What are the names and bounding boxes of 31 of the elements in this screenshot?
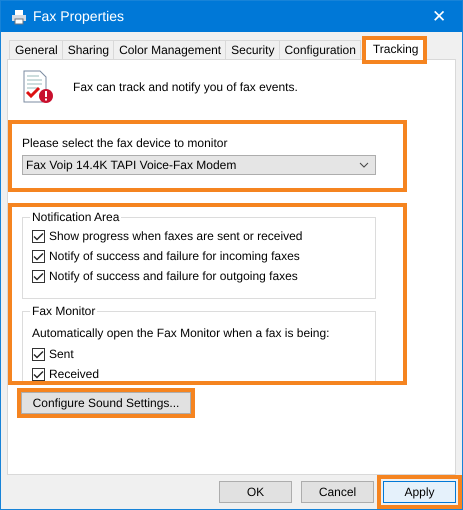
group-title: Notification Area	[30, 210, 122, 224]
checkbox[interactable]	[32, 230, 45, 242]
dialog-button[interactable]: Apply	[383, 481, 456, 503]
fax-alert-icon	[22, 70, 54, 104]
tab[interactable]: Configuration	[278, 40, 361, 59]
checkbox[interactable]	[32, 250, 45, 262]
checkbox[interactable]	[32, 270, 45, 282]
dialog-button[interactable]: OK	[219, 481, 292, 503]
checkbox[interactable]	[32, 348, 45, 360]
configure-sound-button[interactable]: Configure Sound Settings...	[21, 392, 191, 414]
field-label: Please select the fax device to monitor	[22, 135, 228, 152]
checkbox[interactable]	[32, 368, 45, 380]
checkbox-label: Show progress when faxes are sent or received	[49, 228, 302, 245]
tab[interactable]: Sharing	[62, 40, 114, 59]
group-title: Fax Monitor	[30, 304, 98, 318]
checkbox-label: Notify of success and failure for incoming faxes	[49, 248, 300, 265]
intro-text: Fax can track and notify you of fax events.	[73, 79, 298, 96]
device-dropdown[interactable]: Fax Voip 14.4K TAPI Voice-Fax Modem	[22, 155, 376, 175]
checkbox-label: Sent	[49, 346, 74, 363]
tab[interactable]: Color Management	[113, 40, 226, 59]
dialog-button[interactable]: Cancel	[301, 481, 374, 503]
tab[interactable]: General	[9, 40, 63, 59]
close-button[interactable]: ✕	[416, 1, 462, 32]
group-text: Automatically open the Fax Monitor when a fax is being:	[32, 325, 330, 342]
tab[interactable]: Tracking	[368, 40, 422, 62]
window-title: Fax Properties	[33, 7, 124, 26]
printer-icon	[11, 8, 27, 24]
chevron-down-icon	[359, 162, 369, 168]
tab[interactable]: Security	[225, 40, 280, 59]
checkbox-label: Notify of success and failure for outgoing faxes	[49, 268, 298, 285]
checkbox-label: Received	[49, 366, 100, 381]
